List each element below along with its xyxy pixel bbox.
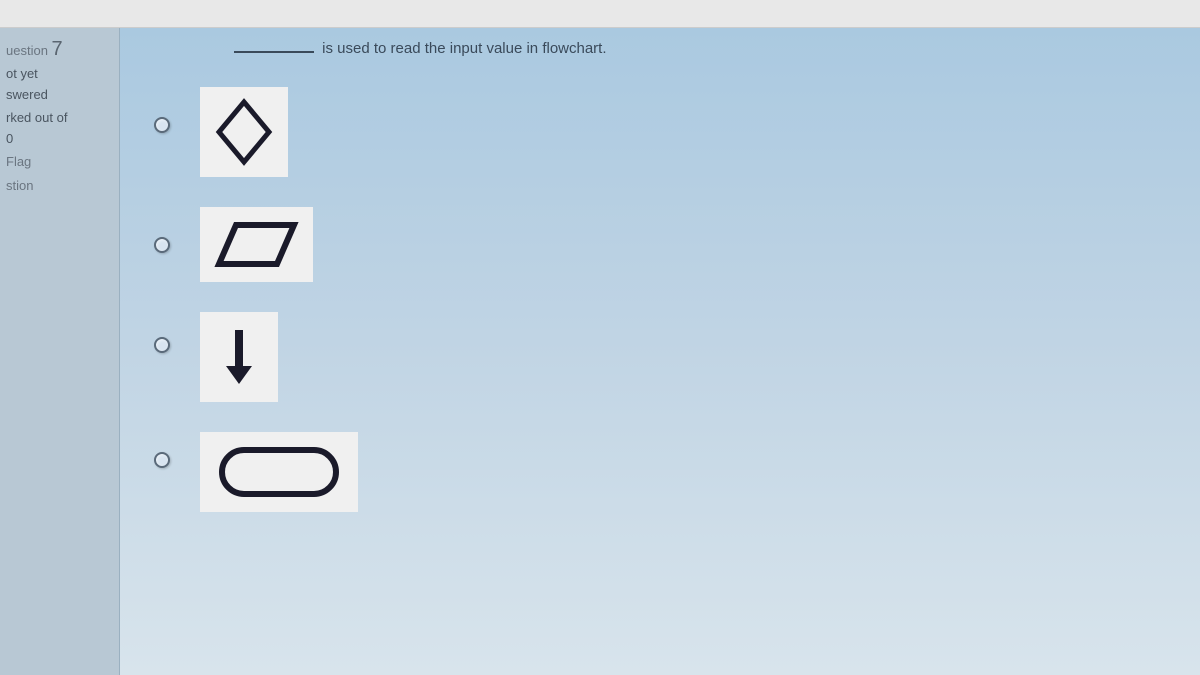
option-b-shape-box [200,207,313,282]
marked-out-of-line2: 0 [6,131,113,148]
question-number-label: uestion 7 [6,36,113,62]
options-list [154,87,1176,512]
main-question-panel: is used to read the input value in flowc… [120,28,1200,675]
content-area: uestion 7 ot yet swered rked out of 0 Fl… [0,28,1200,675]
diamond-icon [214,97,274,167]
radio-option-d[interactable] [154,452,170,468]
flag-question-link-line1[interactable]: Flag [6,154,113,171]
rounded-rectangle-icon [214,442,344,502]
marked-out-of-line1: rked out of [6,110,113,127]
option-d [154,432,1176,512]
parallelogram-icon [214,217,299,272]
flag-question-link-line2[interactable]: stion [6,178,113,195]
radio-option-a[interactable] [154,117,170,133]
option-a [154,87,1176,177]
answer-status-line1: ot yet [6,66,113,83]
option-a-shape-box [200,87,288,177]
radio-option-b[interactable] [154,237,170,253]
option-c-shape-box [200,312,278,402]
option-c [154,312,1176,402]
answer-status-line2: swered [6,87,113,104]
window-top-bar [0,0,1200,28]
question-text: is used to read the input value in flowc… [234,40,1176,57]
option-d-shape-box [200,432,358,512]
question-sidebar: uestion 7 ot yet swered rked out of 0 Fl… [0,28,120,675]
radio-option-c[interactable] [154,337,170,353]
arrow-down-icon [214,322,264,392]
option-b [154,207,1176,282]
fill-in-blank [234,51,314,53]
